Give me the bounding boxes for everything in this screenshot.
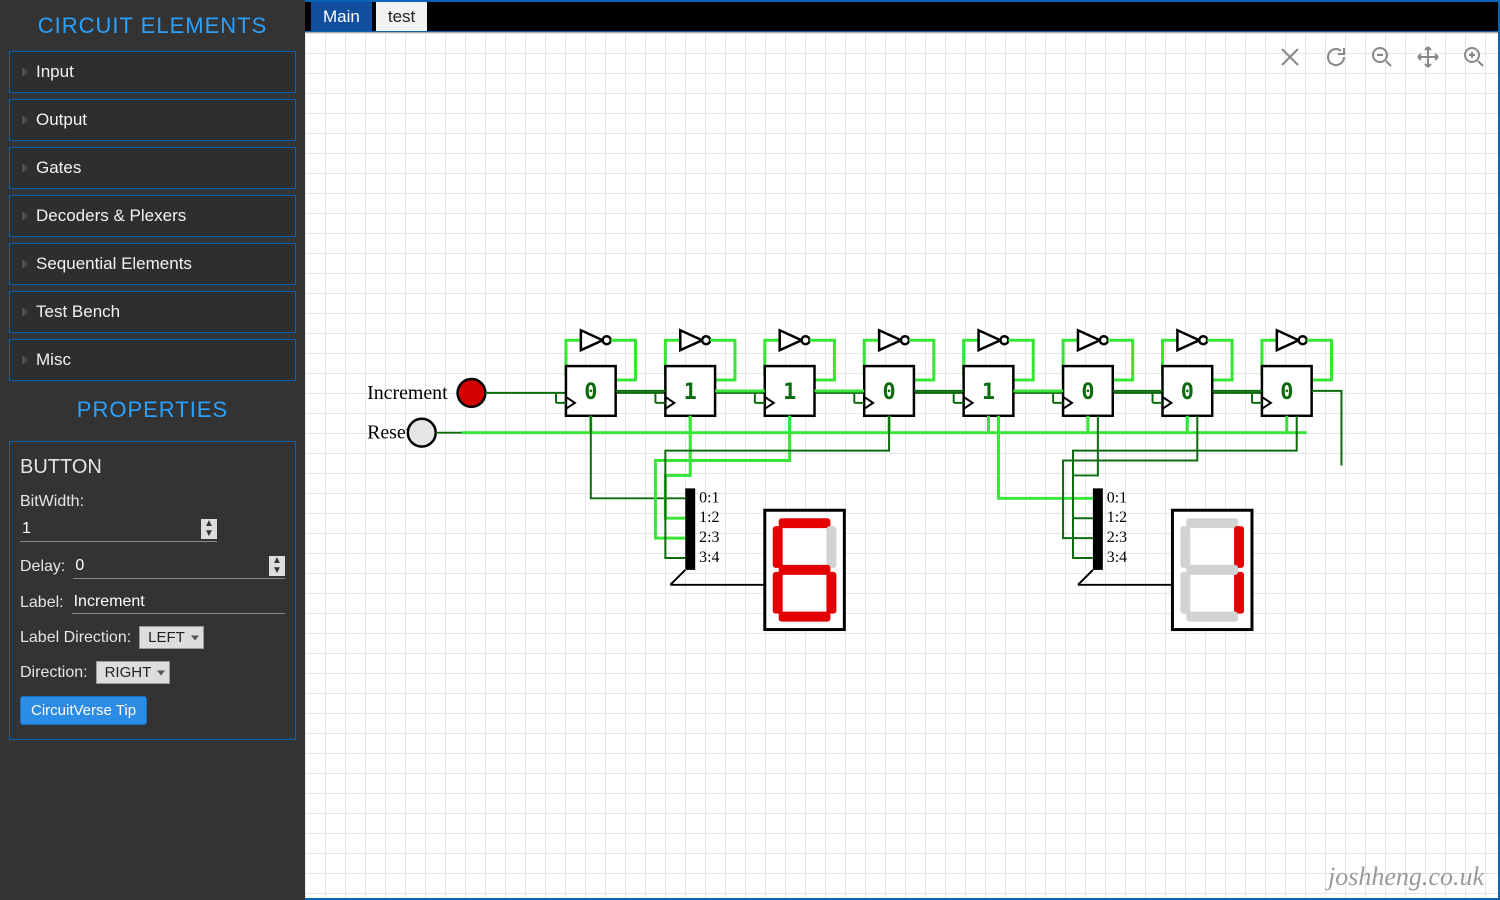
tip-button[interactable]: CircuitVerse Tip [20,696,147,725]
sevenseg-right [1172,510,1252,629]
label-input[interactable] [72,591,285,614]
delay-spinner[interactable] [269,556,285,576]
labeldir-label: Label Direction: [20,629,131,647]
prop-labeldir: Label Direction: LEFT [20,626,285,649]
tab-test[interactable]: test [376,2,427,31]
sevenseg-left [765,510,845,629]
cat-decoders[interactable]: Decoders & Plexers [9,195,296,237]
prop-direction: Direction: RIGHT [20,661,285,684]
prop-bitwidth: BitWidth: [20,493,285,511]
schematic: Increment Reset [305,33,1498,898]
svg-text:0: 0 [1081,380,1094,405]
label-label: Label: [20,594,64,612]
bitwidth-input[interactable]: 1 [20,517,217,542]
bitwidth-label: BitWidth: [20,493,84,511]
svg-text:0: 0 [584,380,597,405]
prop-label: Label: [20,591,285,614]
reset-button[interactable] [408,419,436,447]
svg-text:1: 1 [783,380,796,405]
cat-output[interactable]: Output [9,99,296,141]
flipflop-0: 0 [556,330,636,432]
splitter2-slot-3: 3:4 [1107,549,1127,566]
direction-label: Direction: [20,664,88,682]
splitter-slot-1: 1:2 [699,509,719,526]
svg-text:1: 1 [684,380,697,405]
flipflop-2: 1 [755,330,835,432]
svg-text:0: 0 [1181,380,1194,405]
flipflop-5: 0 [1053,330,1133,432]
flipflop-1: 1 [655,330,735,432]
delay-value: 0 [73,557,84,575]
label-increment: Increment [367,382,448,404]
tab-strip: Main test [305,2,1498,32]
svg-text:1: 1 [982,380,995,405]
flipflop-4: 1 [954,330,1034,432]
cat-input[interactable]: Input [9,51,296,93]
splitter2-slot-2: 2:3 [1107,529,1127,546]
workspace: ▲ Main test Increment Reset [305,0,1500,900]
bitwidth-value: 1 [20,520,31,538]
flipflop-7: 0 [1252,330,1332,432]
selected-component-type: BUTTON [20,456,285,479]
splitter-slot-2: 2:3 [699,529,719,546]
canvas[interactable]: Increment Reset [305,32,1498,898]
label-reset: Reset [367,422,412,444]
svg-text:0: 0 [1280,380,1293,405]
delay-label: Delay: [20,558,65,576]
svg-text:0: 0 [882,380,895,405]
direction-select[interactable]: RIGHT [96,661,171,684]
increment-button[interactable] [458,379,486,407]
sidebar: CIRCUIT ELEMENTS Input Output Gates Deco… [0,0,305,900]
splitter2-slot-0: 0:1 [1107,489,1127,506]
decoder-right-group: 0:1 1:2 2:3 3:4 [998,416,1296,630]
splitter-slot-3: 3:4 [699,549,719,566]
decoder-left-group: 0:1 1:2 2:3 3:4 [591,416,889,630]
flipflop-3: 0 [854,330,934,432]
properties-panel: BUTTON BitWidth: 1 Delay: 0 Label: Label… [9,441,296,740]
cat-sequential[interactable]: Sequential Elements [9,243,296,285]
watermark: joshheng.co.uk [1328,862,1484,892]
bitwidth-spinner[interactable] [201,519,217,539]
elements-title: CIRCUIT ELEMENTS [3,3,302,51]
delay-input[interactable]: 0 [73,554,285,579]
labeldir-select[interactable]: LEFT [139,626,204,649]
cat-testbench[interactable]: Test Bench [9,291,296,333]
splitter2-slot-1: 1:2 [1107,509,1127,526]
cat-gates[interactable]: Gates [9,147,296,189]
prop-delay: Delay: 0 [20,554,285,579]
properties-title: PROPERTIES [3,387,302,435]
tab-main[interactable]: Main [311,2,372,31]
flipflop-row: 0 1 1 0 1 0 0 0 [556,330,1332,432]
cat-misc[interactable]: Misc [9,339,296,381]
flipflop-6: 0 [1153,330,1233,432]
splitter-slot-0: 0:1 [699,489,719,506]
